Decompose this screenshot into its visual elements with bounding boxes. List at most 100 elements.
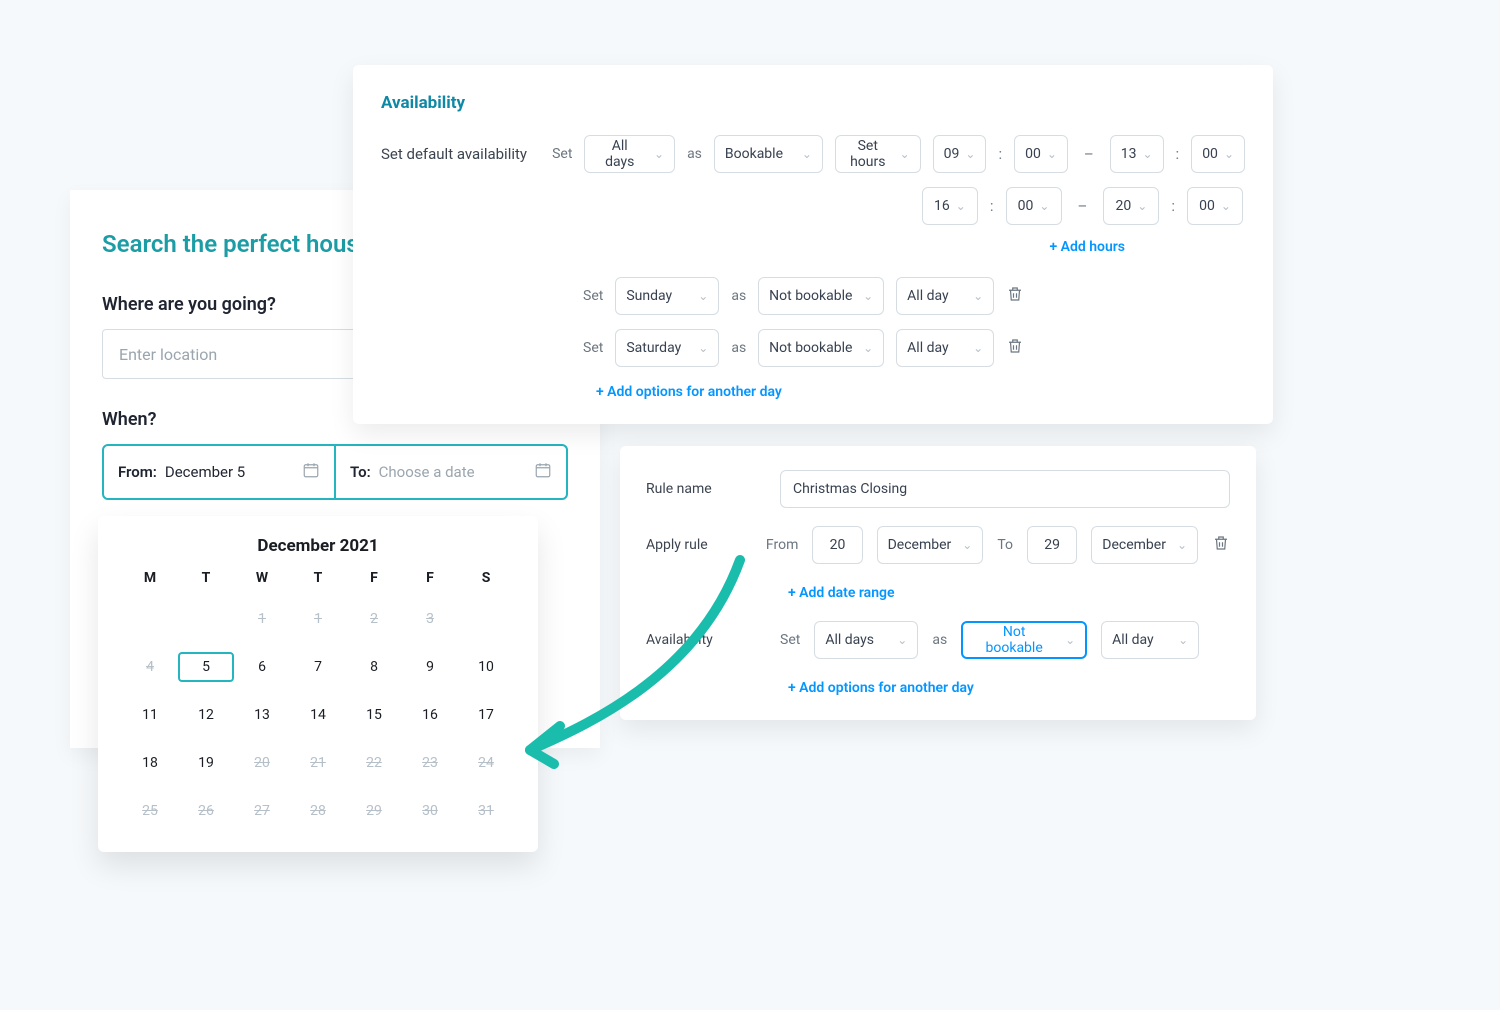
chevron-down-icon: ⌄ — [863, 341, 873, 355]
trash-icon[interactable] — [1006, 337, 1024, 359]
calendar-day: 23 — [402, 748, 458, 778]
to-month-select[interactable]: December⌄ — [1091, 526, 1198, 564]
availability-row-sunday: Set Sunday⌄ as Not bookable⌄ All day⌄ — [381, 277, 1245, 315]
min-from-select[interactable]: 00⌄ — [1006, 187, 1062, 225]
calendar-day[interactable]: 8 — [346, 652, 402, 682]
rule-availability-label: Availability — [646, 632, 766, 648]
min-from-select[interactable]: 00⌄ — [1014, 135, 1068, 173]
day-select[interactable]: Saturday⌄ — [615, 329, 719, 367]
calendar-day[interactable]: 10 — [458, 652, 514, 682]
chevron-down-icon: ⌄ — [956, 199, 966, 213]
chevron-down-icon: ⌄ — [973, 341, 983, 355]
calendar-day[interactable]: 15 — [346, 700, 402, 730]
trash-icon[interactable] — [1212, 534, 1230, 556]
from-date-cell[interactable]: From: December 5 — [104, 446, 334, 498]
date-range-picker: From: December 5 To: Choose a date — [102, 444, 568, 500]
calendar-day: 1 — [234, 604, 290, 634]
rule-name-input[interactable] — [780, 470, 1230, 508]
day-select[interactable]: All days⌄ — [814, 621, 918, 659]
chevron-down-icon: ⌄ — [900, 147, 910, 161]
chevron-down-icon: ⌄ — [973, 289, 983, 303]
calendar-day[interactable]: 12 — [178, 700, 234, 730]
chevron-down-icon: ⌄ — [802, 147, 812, 161]
bookable-select[interactable]: Bookable⌄ — [714, 135, 823, 173]
calendar-day: 27 — [234, 796, 290, 826]
calendar-day: 29 — [346, 796, 402, 826]
set-word: Set — [552, 146, 572, 162]
calendar-day: 30 — [402, 796, 458, 826]
chevron-down-icon: ⌄ — [1221, 199, 1231, 213]
bookable-select[interactable]: Not bookable⌄ — [961, 621, 1087, 659]
calendar-dow: M — [122, 570, 178, 586]
availability-row-default: Set default availability Set All days⌄ a… — [381, 135, 1245, 173]
from-key: From: — [118, 463, 157, 481]
add-day-options-link[interactable]: + Add options for another day — [788, 680, 974, 696]
calendar-day: 26 — [178, 796, 234, 826]
bookable-select[interactable]: Not bookable⌄ — [758, 277, 884, 315]
hour-to-select[interactable]: 13⌄ — [1110, 135, 1164, 173]
from-month-select[interactable]: December⌄ — [877, 526, 984, 564]
chevron-down-icon: ⌄ — [1177, 538, 1187, 552]
to-date-cell[interactable]: To: Choose a date — [334, 446, 566, 498]
bookable-select[interactable]: Not bookable⌄ — [758, 329, 884, 367]
day-select[interactable]: Sunday⌄ — [615, 277, 719, 315]
rule-name-label: Rule name — [646, 481, 766, 497]
calendar-day[interactable]: 11 — [122, 700, 178, 730]
to-day-select[interactable]: 29 — [1027, 526, 1077, 564]
chevron-down-icon: ⌄ — [962, 538, 972, 552]
rule-card: Rule name Apply rule From 20 December⌄ T… — [620, 446, 1256, 720]
hour-from-select[interactable]: 16⌄ — [922, 187, 978, 225]
day-select[interactable]: All days⌄ — [584, 135, 675, 173]
calendar-day: 2 — [346, 604, 402, 634]
calendar-day[interactable]: 18 — [122, 748, 178, 778]
calendar-day: 4 — [122, 652, 178, 682]
availability-row-extra-hours: 16⌄ : 00⌄ – 20⌄ : 00⌄ — [381, 187, 1245, 225]
mode-select[interactable]: All day⌄ — [896, 329, 994, 367]
chevron-down-icon: ⌄ — [1047, 147, 1057, 161]
apply-rule-label: Apply rule — [646, 537, 752, 553]
calendar-day — [458, 604, 514, 634]
calendar-day[interactable]: 6 — [234, 652, 290, 682]
calendar-title: December 2021 — [122, 536, 514, 556]
calendar-dow: S — [458, 570, 514, 586]
add-date-range-link[interactable]: + Add date range — [788, 585, 895, 601]
calendar-day: 21 — [290, 748, 346, 778]
calendar-day — [122, 604, 178, 634]
calendar-day[interactable]: 16 — [402, 700, 458, 730]
calendar-icon — [302, 461, 320, 483]
calendar-day[interactable]: 9 — [402, 652, 458, 682]
chevron-down-icon: ⌄ — [863, 289, 873, 303]
mode-select[interactable]: All day⌄ — [896, 277, 994, 315]
calendar-day[interactable]: 7 — [290, 652, 346, 682]
calendar-day: 31 — [458, 796, 514, 826]
chevron-down-icon: ⌄ — [1039, 199, 1049, 213]
calendar-dow: F — [346, 570, 402, 586]
trash-icon[interactable] — [1006, 285, 1024, 307]
chevron-down-icon: ⌄ — [654, 147, 664, 161]
add-hours-link[interactable]: + Add hours — [1049, 239, 1125, 255]
to-placeholder: Choose a date — [379, 463, 475, 481]
calendar-day: 28 — [290, 796, 346, 826]
calendar-popover: December 2021 MTWTFFS1123456789101112131… — [98, 516, 538, 852]
calendar-day[interactable]: 17 — [458, 700, 514, 730]
chevron-down-icon: ⌄ — [698, 341, 708, 355]
mode-select[interactable]: Set hours⌄ — [835, 135, 921, 173]
calendar-day[interactable]: 13 — [234, 700, 290, 730]
hour-from-select[interactable]: 09⌄ — [933, 135, 987, 173]
availability-row-saturday: Set Saturday⌄ as Not bookable⌄ All day⌄ — [381, 329, 1245, 367]
hour-to-select[interactable]: 20⌄ — [1103, 187, 1159, 225]
calendar-day: 1 — [290, 604, 346, 634]
calendar-day[interactable]: 19 — [178, 748, 234, 778]
min-to-select[interactable]: 00⌄ — [1191, 135, 1245, 173]
calendar-day: 24 — [458, 748, 514, 778]
mode-select[interactable]: All day⌄ — [1101, 621, 1199, 659]
calendar-dow: T — [178, 570, 234, 586]
chevron-down-icon: ⌄ — [965, 147, 975, 161]
add-day-options-link[interactable]: + Add options for another day — [596, 384, 782, 400]
chevron-down-icon: ⌄ — [1137, 199, 1147, 213]
chevron-down-icon: ⌄ — [698, 289, 708, 303]
calendar-day[interactable]: 5 — [178, 652, 234, 682]
calendar-day[interactable]: 14 — [290, 700, 346, 730]
from-day-select[interactable]: 20 — [812, 526, 862, 564]
min-to-select[interactable]: 00⌄ — [1187, 187, 1243, 225]
